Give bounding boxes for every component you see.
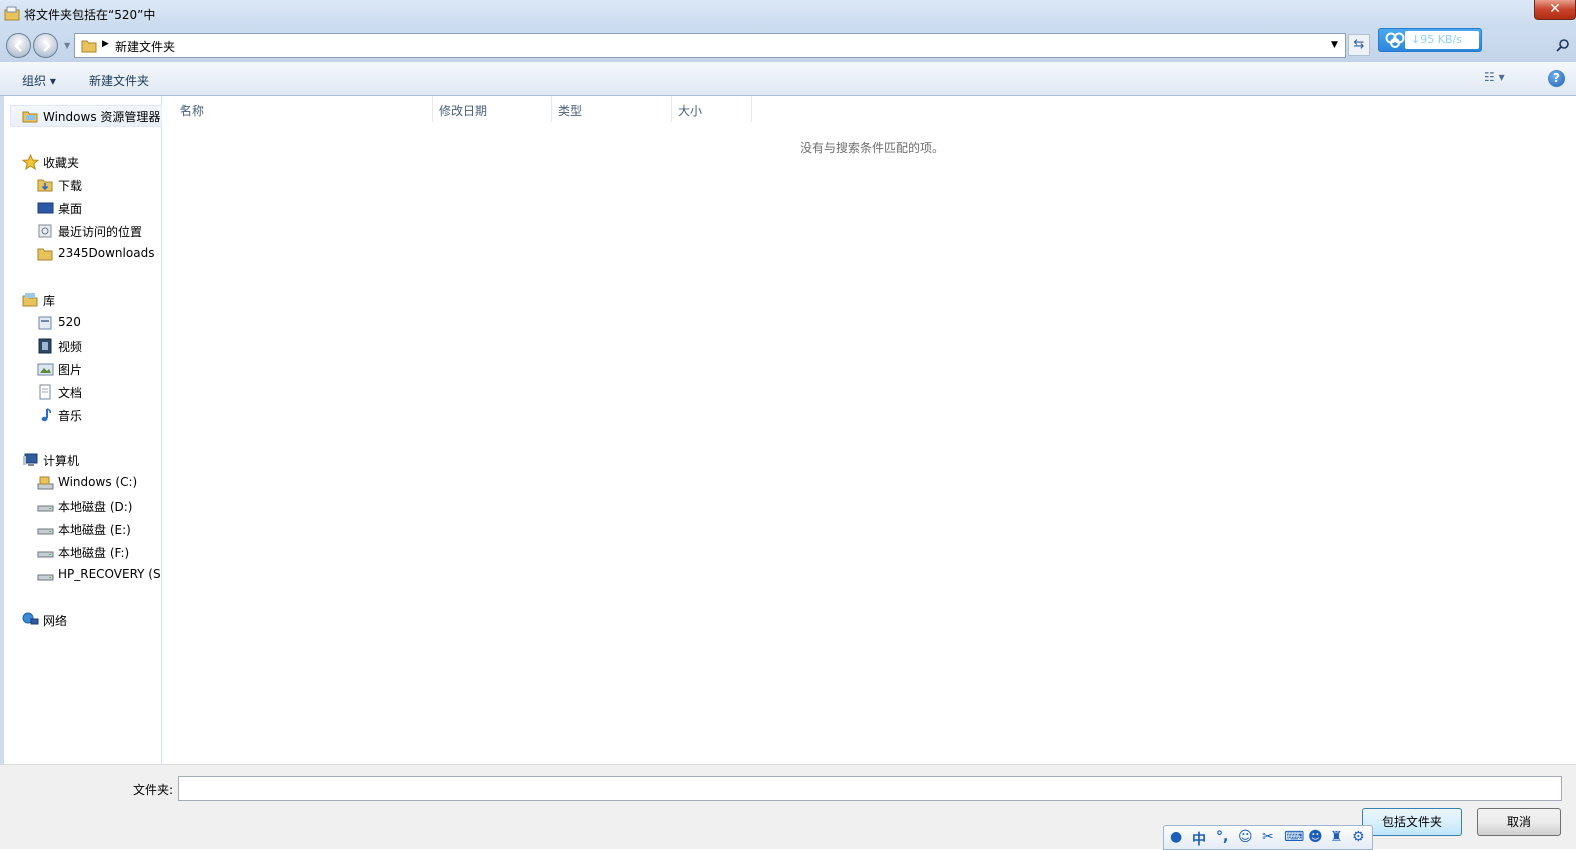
keyboard-icon[interactable]: ⌨ (1284, 829, 1304, 845)
help-button[interactable]: ? (1548, 70, 1565, 87)
column-header-type[interactable]: 类型 (552, 96, 672, 122)
sidebar-item-label: 文档 (58, 386, 83, 400)
column-header-label: 修改日期 (439, 104, 488, 118)
recent-pages-dropdown[interactable]: ▼ (64, 41, 70, 50)
sidebar-item-label: 桌面 (58, 202, 83, 216)
sidebar-item-label: 最近访问的位置 (58, 225, 143, 239)
column-header-label: 类型 (558, 104, 583, 118)
sidebar-item-label: 音乐 (58, 409, 83, 423)
back-arrow-icon (14, 40, 22, 52)
folder-icon (37, 248, 53, 261)
ime-toolbar: ● 中 °, ☺ ✂ ⌨ ☻ ♜ ⚙ (1163, 825, 1373, 850)
empty-message: 没有与搜索条件匹配的项。 (800, 141, 945, 155)
column-header-size[interactable]: 大小 (672, 96, 752, 122)
sidebar-item-label: 网络 (43, 614, 68, 628)
settings-gear-icon[interactable]: ⚙ (1352, 829, 1365, 845)
music-note-icon (41, 408, 51, 422)
folder-library-icon (4, 6, 20, 21)
hard-drive-icon (37, 528, 54, 535)
hard-drive-icon (37, 551, 54, 558)
column-header-name[interactable]: 名称 ▲ (162, 96, 433, 122)
refresh-button[interactable]: ⇆ (1348, 34, 1370, 56)
cloud-logo-icon (1385, 32, 1405, 48)
folder-field-label: 文件夹: (133, 783, 174, 797)
sidebar-item-label: 下载 (58, 179, 83, 193)
sidebar-item-label: 计算机 (43, 454, 80, 468)
close-button[interactable]: ✕ (1534, 0, 1576, 20)
column-header-date[interactable]: 修改日期 (433, 96, 552, 122)
title-bar: 将文件夹包括在“520”中 ✕ (0, 0, 1576, 30)
network-icon (22, 612, 39, 625)
sidebar-item-label: 本地磁盘 (F:) (58, 546, 130, 560)
recent-places-icon (38, 224, 52, 238)
navigation-pane: Windows 资源管理器 收藏夹 下载 桌面 最近访问的位置 2345Down… (0, 96, 169, 764)
star-icon (22, 154, 39, 170)
address-row: ▼ ▶ 新建文件夹 ▼ ⇆ (0, 30, 1576, 62)
cancel-button[interactable]: 取消 (1477, 808, 1561, 836)
punctuation-icon[interactable]: °, (1216, 829, 1228, 845)
window-title: 将文件夹包括在“520”中 (24, 8, 156, 22)
breadcrumb-chevron-icon[interactable]: ▶ (102, 39, 109, 49)
sidebar-item-label: 2345Downloads (58, 246, 155, 260)
file-list: 名称 ▲ 修改日期 类型 大小 没有与搜索条件匹配的项。 (162, 96, 1576, 764)
emoji-icon[interactable]: ☺ (1238, 829, 1253, 845)
sidebar-item-label: HP_RECOVERY (S:) (58, 567, 170, 581)
search-icon[interactable] (1556, 38, 1570, 52)
downloads-folder-icon (37, 179, 53, 192)
new-folder-button[interactable]: 新建文件夹 (89, 72, 149, 89)
folder-input[interactable] (178, 776, 1562, 801)
include-folder-button[interactable]: 包括文件夹 (1362, 808, 1462, 836)
sidebar-item-label: Windows 资源管理器 (43, 110, 161, 124)
sidebar-item-label: 本地磁盘 (E:) (58, 523, 131, 537)
baidu-download-widget[interactable]: ↓95 KB/s (1378, 28, 1482, 52)
system-drive-icon (37, 476, 54, 490)
explorer-icon (22, 111, 38, 123)
breadcrumb-segment[interactable]: 新建文件夹 (115, 38, 175, 55)
library-icon (38, 316, 52, 330)
dialog-footer: 文件夹: 包括文件夹 取消 ● 中 °, ☺ ✂ ⌨ ☻ ♜ ⚙ (0, 764, 1576, 850)
sidebar-item-label: 520 (58, 315, 81, 329)
pictures-icon (37, 363, 54, 376)
column-header-label: 大小 (678, 104, 703, 118)
desktop-icon (37, 202, 54, 214)
computer-icon (23, 453, 38, 466)
address-dropdown-icon[interactable]: ▼ (1331, 40, 1338, 50)
folder-icon (81, 40, 97, 53)
sort-ascending-icon: ▲ (180, 102, 187, 111)
user-icon[interactable]: ☻ (1308, 829, 1323, 845)
address-box[interactable]: ▶ 新建文件夹 ▼ (74, 33, 1346, 58)
sidebar-item-label: 图片 (58, 363, 83, 377)
ime-logo-icon[interactable]: ● (1170, 829, 1182, 845)
forward-arrow-icon (43, 40, 51, 52)
sidebar-item-label: 本地磁盘 (D:) (58, 500, 133, 514)
libraries-icon (22, 293, 38, 307)
skin-shirt-icon[interactable]: ♜ (1330, 829, 1343, 845)
documents-icon (39, 384, 51, 400)
command-bar: 组织 ▾ 新建文件夹 ☷ ▾ ? (0, 62, 1576, 96)
download-speed: ↓95 KB/s (1411, 33, 1462, 46)
hard-drive-icon (37, 574, 54, 581)
forward-button[interactable] (33, 33, 58, 58)
organize-menu[interactable]: 组织 ▾ (22, 72, 56, 89)
ime-mode-toggle[interactable]: 中 (1192, 829, 1206, 849)
video-icon (38, 338, 52, 354)
sidebar-item-label: 收藏夹 (43, 156, 80, 170)
sidebar-item-label: 视频 (58, 340, 83, 354)
scissors-icon[interactable]: ✂ (1262, 829, 1274, 845)
back-button[interactable] (6, 33, 31, 58)
sidebar-item-label: 库 (43, 294, 56, 308)
hard-drive-icon (37, 505, 54, 512)
change-view-button[interactable]: ☷ ▾ (1484, 70, 1505, 84)
refresh-icon: ⇆ (1353, 37, 1365, 52)
sidebar-item-label: Windows (C:) (58, 475, 138, 489)
